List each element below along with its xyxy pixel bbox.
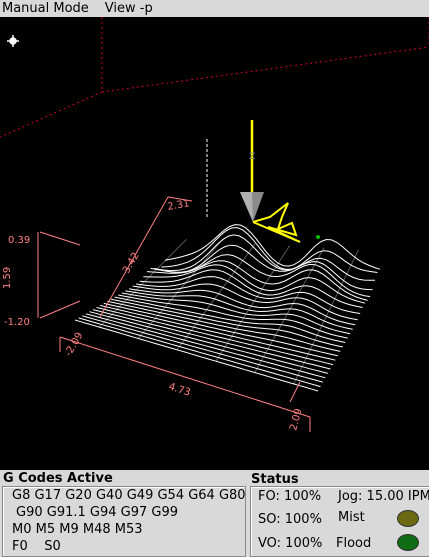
toolpath-canvas: 0.39 1.59 -1.20 -2.09 4.73 2.09 3.42 2.3… — [0, 17, 429, 432]
toolpath-pass — [107, 300, 341, 352]
extent-label-y-span: 3.42 — [121, 251, 142, 276]
svg-text:Z: Z — [249, 152, 255, 162]
toolpath-pass — [139, 269, 363, 308]
gcodes-line-2: G90 G91.1 G94 G97 G99 — [16, 505, 179, 520]
toolpath-link — [98, 238, 187, 328]
toolpath-pass — [146, 260, 368, 301]
toolpath-pass — [125, 290, 353, 330]
green-marker — [316, 235, 320, 239]
gcodes-line-3: M0 M5 M9 M48 M53 — [12, 522, 143, 537]
toolpath-link — [176, 243, 256, 351]
toolpath-pass — [157, 234, 375, 281]
status-title: Status — [251, 472, 299, 487]
extent-label-x-span: 4.73 — [167, 381, 192, 398]
toolpath-pass — [85, 313, 326, 379]
extent-label-z-mid: 1.59 — [2, 267, 13, 289]
gcodes-title: G Codes Active — [3, 471, 113, 486]
current-path-segment — [252, 202, 301, 243]
tool-cone: Z — [240, 120, 264, 222]
toolpath-link — [293, 249, 359, 385]
flood-indicator-icon — [397, 534, 419, 551]
menu-manual-mode[interactable]: Manual Mode — [0, 0, 93, 17]
extent-label-z-top: 0.39 — [8, 235, 30, 246]
mist-label: Mist — [338, 510, 365, 525]
extent-label-y-top: 2.31 — [167, 198, 191, 213]
toolpath-pass — [121, 292, 351, 335]
feed-override: FO: 100% — [258, 489, 322, 504]
machine-limits-box — [0, 17, 429, 138]
gcodes-line-4: F0 S0 — [12, 539, 61, 554]
spindle-override: SO: 100% — [258, 512, 322, 527]
jog-speed: Jog: 15.00 IPM — [338, 489, 429, 504]
velocity-override: VO: 100% — [258, 536, 323, 551]
menu-bar: Manual Mode View -p — [0, 0, 429, 17]
toolpath-3d-view[interactable]: 0.39 1.59 -1.20 -2.09 4.73 2.09 3.42 2.3… — [0, 17, 429, 470]
mist-indicator-icon — [397, 510, 419, 527]
extent-label-z-low: -1.20 — [4, 317, 30, 328]
toolpath-wireframe — [74, 224, 381, 392]
menu-view[interactable]: View -p — [103, 0, 157, 17]
toolpath-pass — [100, 304, 336, 361]
gcodes-line-1: G8 G17 G20 G40 G49 G54 G64 G80 — [12, 488, 246, 503]
flood-label: Flood — [336, 536, 372, 551]
origin-crosshair-icon — [7, 35, 19, 47]
extents-dimensions — [37, 196, 311, 432]
toolpath-pass — [161, 227, 378, 273]
bottom-panel: G Codes Active G8 G17 G20 G40 G49 G54 G6… — [0, 470, 429, 557]
